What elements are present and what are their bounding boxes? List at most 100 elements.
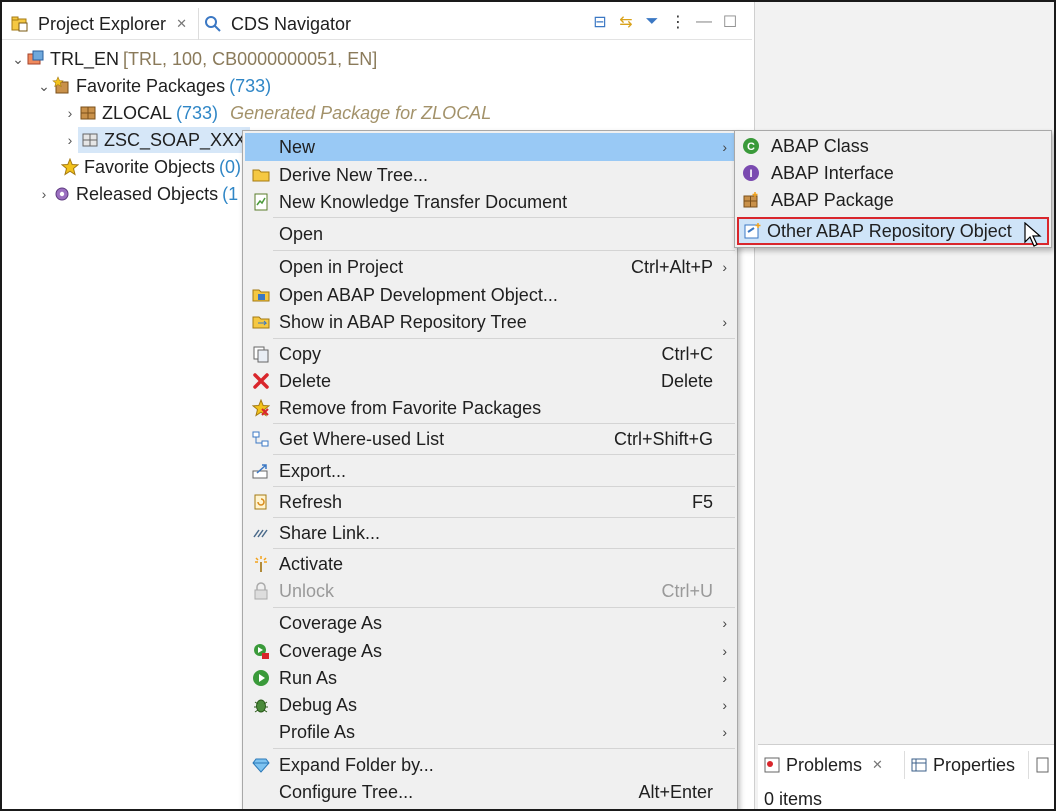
menu-item-coverage-as-2[interactable]: Coverage As › (245, 637, 735, 665)
tab-project-explorer[interactable]: Project Explorer ✕ (10, 8, 187, 40)
menu-item-label: Show in ABAP Repository Tree (279, 311, 527, 332)
tree-description: Generated Package for ZLOCAL (230, 102, 492, 123)
minimize-icon[interactable]: — (694, 13, 714, 31)
menu-item-new-knowledge-transfer-document[interactable]: New Knowledge Transfer Document (245, 188, 735, 216)
tree-item-zlocal[interactable]: › ZLOCAL (733) Generated Package for ZLO… (62, 100, 492, 126)
favorite-package-icon (52, 76, 72, 96)
tree-label: ZSC_SOAP_XXX (104, 129, 247, 150)
tab-label: CDS Navigator (231, 13, 352, 34)
menu-item-open-in-project[interactable]: Open in Project Ctrl+Alt+P › (245, 253, 735, 281)
eclipse-window: Project Explorer ✕ CDS Navigator ⊟ ⇆ ⏷ ⋮… (0, 0, 1056, 811)
abap-class-icon: C (741, 136, 761, 156)
new-object-icon (743, 221, 763, 241)
menu-item-label: Profile As (279, 721, 356, 742)
menu-item-label: Derive New Tree... (279, 164, 429, 185)
tree-count: (1 (222, 183, 239, 204)
menu-item-label: Open in Project (279, 256, 404, 277)
submenu-item-abap-package[interactable]: ABAP Package (737, 187, 1049, 213)
menu-separator (273, 454, 735, 455)
menu-item-configure-tree[interactable]: Configure Tree... Alt+Enter (245, 778, 735, 806)
chevron-right-icon[interactable]: › (62, 105, 78, 121)
chevron-right-icon: › (722, 314, 727, 330)
menu-item-open-abap-development-object[interactable]: Open ABAP Development Object... (245, 281, 735, 309)
open-object-icon (251, 285, 271, 305)
tab-label: Problems (786, 754, 863, 775)
tab-cds-navigator[interactable]: CDS Navigator (198, 8, 351, 40)
tab-problems[interactable]: Problems ✕ (762, 751, 883, 779)
menu-item-label: Expand Folder by... (279, 754, 434, 775)
right-editor-area (754, 2, 1054, 809)
view-tab-bar: Project Explorer ✕ CDS Navigator ⊟ ⇆ ⏷ ⋮… (2, 8, 752, 40)
menu-item-derive-new-tree[interactable]: Derive New Tree... (245, 161, 735, 189)
submenu-item-abap-class[interactable]: C ABAP Class (737, 133, 1049, 159)
context-menu: New › Derive New Tree... New Knowledge T… (242, 130, 738, 809)
menu-shortcut: Delete (660, 370, 713, 391)
menu-item-share-link[interactable]: Share Link... (245, 519, 735, 547)
view-menu-icon[interactable]: ⋮ (668, 12, 688, 32)
chevron-down-icon[interactable]: ⌄ (10, 51, 26, 68)
chevron-down-icon[interactable]: ⌄ (36, 78, 52, 95)
tree-label: TRL_EN (50, 48, 120, 69)
close-icon[interactable]: ✕ (872, 757, 883, 773)
submenu-item-abap-interface[interactable]: I ABAP Interface (737, 160, 1049, 186)
menu-item-get-where-used-list[interactable]: Get Where-used List Ctrl+Shift+G (245, 425, 735, 453)
debug-bug-icon (251, 695, 271, 715)
lock-icon (251, 581, 271, 601)
menu-item-profile-as[interactable]: Profile As › (245, 718, 735, 746)
menu-item-activate[interactable]: Activate (245, 550, 735, 578)
link-with-editor-icon[interactable]: ⇆ (616, 12, 636, 32)
menu-item-export[interactable]: Export... (245, 457, 735, 485)
chevron-right-icon[interactable]: › (62, 132, 78, 148)
menu-item-refresh[interactable]: Refresh F5 (245, 488, 735, 516)
menu-shortcut: F5 (691, 491, 713, 512)
menu-item-coverage-as[interactable]: Coverage As › (245, 609, 735, 637)
selected-tree-node[interactable]: ZSC_SOAP_XXX (78, 127, 251, 153)
package-icon (78, 103, 98, 123)
menu-item-unlock: Unlock Ctrl+U (245, 577, 735, 605)
tree-item-favorite-objects[interactable]: Favorite Objects (0) (44, 154, 241, 180)
star-icon (60, 157, 80, 177)
menu-separator (273, 607, 735, 608)
maximize-icon[interactable]: ☐ (720, 12, 740, 32)
menu-item-remove-from-favorite-packages[interactable]: Remove from Favorite Packages (245, 394, 735, 422)
tree-count: (733) (229, 75, 272, 96)
menu-item-show-in-abap-repository-tree[interactable]: Show in ABAP Repository Tree › (245, 308, 735, 336)
collapse-all-icon[interactable]: ⊟ (590, 12, 610, 32)
menu-item-debug-as[interactable]: Debug As › (245, 691, 735, 719)
chevron-right-icon: › (722, 643, 727, 659)
menu-item-label: Unlock (279, 580, 335, 601)
refresh-icon (251, 492, 271, 512)
menu-item-copy[interactable]: Copy Ctrl+C (245, 340, 735, 368)
tree-item-zsc-soap-xxx[interactable]: › ZSC_SOAP_XXX (62, 127, 251, 153)
tree-count: (733) (176, 102, 219, 123)
menu-item-new[interactable]: New › (245, 133, 735, 161)
tree-item-favorite-packages[interactable]: ⌄ Favorite Packages (733) (36, 73, 271, 99)
menu-shortcut: Ctrl+U (661, 580, 713, 601)
tree-item-trl-en[interactable]: ⌄ TRL_EN [TRL, 100, CB0000000051, EN] (10, 46, 377, 72)
menu-item-label: ABAP Class (771, 135, 869, 156)
folder-open-icon (251, 165, 271, 185)
document-icon (1033, 755, 1053, 775)
tree-label: Favorite Objects (84, 156, 216, 177)
tab-properties[interactable]: Properties (904, 751, 1015, 779)
menu-item-run-as[interactable]: Run As › (245, 664, 735, 692)
close-icon[interactable]: ✕ (176, 16, 187, 32)
menu-item-expand-folder-by[interactable]: Expand Folder by... (245, 751, 735, 779)
activate-wand-icon (251, 554, 271, 574)
menu-item-label: Export... (279, 460, 347, 481)
diamond-icon (251, 755, 271, 775)
folder-open-icon (251, 312, 271, 332)
submenu-item-other-abap-repository-object[interactable]: Other ABAP Repository Object (737, 217, 1049, 245)
menu-item-open[interactable]: Open (245, 220, 735, 248)
tree-label: Released Objects (76, 183, 219, 204)
chevron-right-icon: › (722, 670, 727, 686)
chevron-right-icon: › (722, 697, 727, 713)
menu-item-delete[interactable]: Delete Delete (245, 367, 735, 395)
tab-overflow[interactable]: T (1028, 751, 1054, 779)
chevron-right-icon[interactable]: › (36, 186, 52, 202)
menu-item-label: Copy (279, 343, 322, 364)
chevron-right-icon: › (722, 259, 727, 275)
tree-item-released-objects[interactable]: › Released Objects (1 (36, 181, 238, 207)
filter-icon[interactable]: ⏷ (642, 13, 662, 31)
where-used-icon (251, 429, 271, 449)
